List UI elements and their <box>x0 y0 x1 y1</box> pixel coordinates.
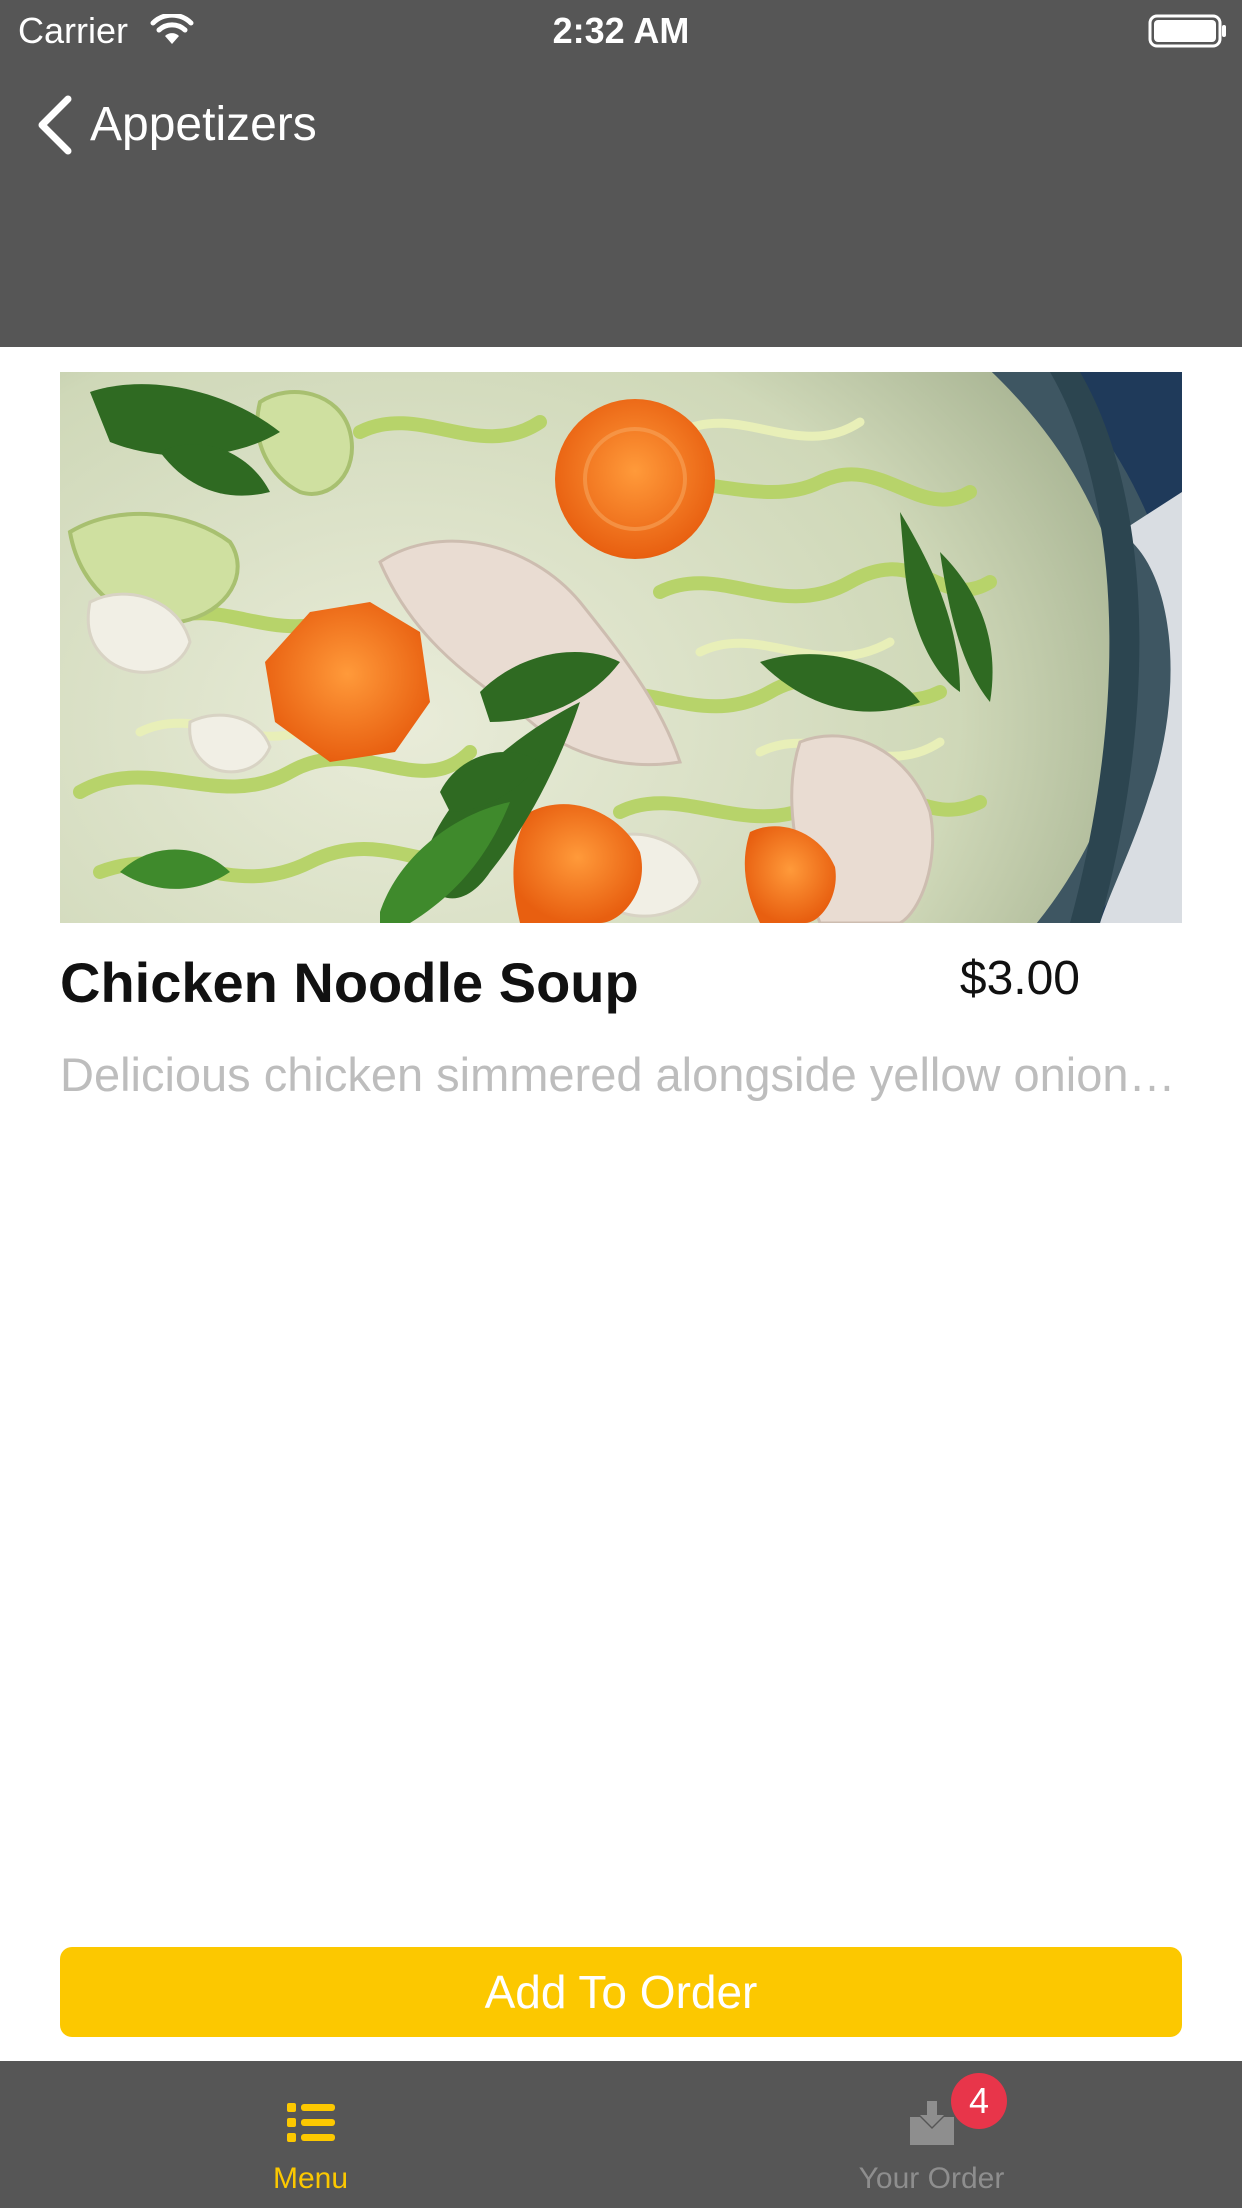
tab-bar: Menu 4 Your Order <box>0 2061 1242 2208</box>
item-price: $3.00 <box>959 952 1080 1005</box>
tab-menu[interactable]: Menu <box>0 2061 621 2208</box>
clock: 2:32 AM <box>552 10 690 51</box>
tab-your-order[interactable]: 4 Your Order <box>621 2061 1242 2208</box>
food-photo <box>60 372 1182 923</box>
list-icon <box>286 2103 335 2142</box>
status-bar: Carrier 2:32 AM <box>0 0 1242 60</box>
item-description: Delicious chicken simmered alongside yel… <box>60 1048 1182 1101</box>
back-button-label: Appetizers <box>90 98 317 151</box>
item-title: Chicken Noodle Soup <box>60 951 639 1014</box>
navigation-bar: Appetizers <box>0 60 1242 347</box>
battery-icon <box>1148 14 1226 48</box>
add-to-order-button[interactable]: Add To Order <box>60 1947 1182 2037</box>
tab-your-order-label: Your Order <box>858 2162 1005 2195</box>
tab-menu-label: Menu <box>272 2162 349 2195</box>
back-button[interactable]: Appetizers <box>34 90 317 160</box>
order-count-badge: 4 <box>951 2073 1007 2129</box>
chevron-left-icon <box>38 95 72 155</box>
